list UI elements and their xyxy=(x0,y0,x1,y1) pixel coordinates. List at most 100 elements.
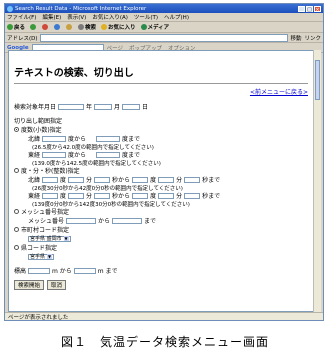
degree-option-label: 度数(小数)指定 xyxy=(21,127,62,134)
page-title: テキストの検索、切り出し xyxy=(14,68,134,79)
dms-lat-min-to[interactable] xyxy=(158,176,175,183)
refresh-icon xyxy=(54,24,61,30)
option-mesh: メッシュ番号指定 xyxy=(14,207,308,216)
mesh-radio[interactable] xyxy=(14,209,19,214)
media-icon xyxy=(140,24,147,30)
go-button[interactable]: 移動 xyxy=(290,34,301,42)
minimize-button[interactable]: _ xyxy=(298,5,305,13)
media-button[interactable]: メディア xyxy=(140,23,169,31)
mesh-to-label: まで xyxy=(144,218,157,225)
date-label: 検索対象年月日 xyxy=(14,104,57,111)
menu-edit[interactable]: 編集(E) xyxy=(42,13,61,21)
address-bar: アドレス(D) 移動 リンク xyxy=(5,33,323,43)
dms-lat-deg-from[interactable] xyxy=(42,176,59,183)
address-input[interactable] xyxy=(39,33,289,42)
city-radio[interactable] xyxy=(14,227,19,232)
links-label[interactable]: リンク xyxy=(304,34,321,42)
maximize-button[interactable]: □ xyxy=(306,5,313,13)
option-pref: 県コード指定 xyxy=(14,243,308,252)
dms-radio[interactable] xyxy=(14,168,19,173)
search-start-button[interactable]: 検索開始 xyxy=(14,280,45,290)
forward-button[interactable] xyxy=(30,24,37,30)
mesh-row: メッシュ番号 から まで xyxy=(14,216,308,225)
menu-favorites[interactable]: お気に入り(A) xyxy=(92,13,128,21)
degree-radio[interactable] xyxy=(14,127,19,132)
stop-button[interactable] xyxy=(42,24,49,30)
menu-tools[interactable]: ツール(T) xyxy=(134,13,158,21)
city-select-value: 宮手県 盛岡市 xyxy=(30,236,62,242)
star-icon xyxy=(101,24,108,30)
dms-lat-sec-to[interactable] xyxy=(184,176,201,183)
divider xyxy=(14,83,308,84)
scrollbar-thumb[interactable] xyxy=(315,60,320,100)
pref-option-label: 県コード指定 xyxy=(21,245,58,252)
menu-file[interactable]: ファイル(F) xyxy=(7,13,36,21)
dms-option-label: 度・分・秒(整数)指定 xyxy=(21,168,80,175)
menu-view[interactable]: 表示(V) xyxy=(67,13,86,21)
pref-radio[interactable] xyxy=(14,245,19,250)
forward-arrow-icon xyxy=(30,24,37,30)
home-button[interactable] xyxy=(66,24,73,30)
elevation-from-label: m から xyxy=(52,268,72,275)
figure-caption: 図１ 気温データ検索メニュー画面 xyxy=(60,335,269,349)
lon-to-input[interactable] xyxy=(96,151,121,158)
mesh-to-input[interactable] xyxy=(112,217,143,224)
range-label: 切り出し範囲指定 xyxy=(14,118,63,125)
lat-hint: (26.5度から42.0度の範囲内で指定してください) xyxy=(32,144,154,151)
mesh-option-label: メッシュ番号指定 xyxy=(21,209,70,216)
dms-lat-deg-to[interactable] xyxy=(132,176,149,183)
back-menu-link[interactable]: <前メニューに戻る> xyxy=(14,87,308,96)
option-degree: 度数(小数)指定 xyxy=(14,125,308,134)
action-row: 検索開始 取消 xyxy=(14,280,308,290)
elevation-row: 標高 m から m まで xyxy=(14,266,308,275)
date-row: 検索対象年月日 年 月 日 xyxy=(14,102,308,111)
back-arrow-icon xyxy=(7,24,13,30)
elevation-to-input[interactable] xyxy=(73,267,96,274)
pref-row: 宮手県 ▼ xyxy=(14,252,308,261)
month-input[interactable] xyxy=(94,103,113,110)
cancel-button[interactable]: 取消 xyxy=(47,280,67,290)
dms-lat-sec-to-label: 秒まで xyxy=(202,177,221,184)
city-option-label: 市町村コード指定 xyxy=(21,227,70,234)
city-select[interactable]: 宮手県 盛岡市 ▼ xyxy=(28,235,71,242)
city-row: 宮手県 盛岡市 ▼ xyxy=(14,234,308,243)
pref-select[interactable]: 宮手県 ▼ xyxy=(28,253,55,260)
mesh-from-input[interactable] xyxy=(66,217,97,224)
dms-lat-min-from[interactable] xyxy=(68,176,85,183)
chevron-down-icon: ▼ xyxy=(47,254,53,259)
dms-lat-sec-from[interactable] xyxy=(94,176,111,183)
stop-icon xyxy=(42,24,49,30)
vertical-scrollbar[interactable] xyxy=(313,50,321,312)
menu-bar: ファイル(F) 編集(E) 表示(V) お気に入り(A) ツール(T) ヘルプ(… xyxy=(5,13,323,22)
day-input[interactable] xyxy=(122,103,141,110)
address-label: アドレス(D) xyxy=(7,35,38,42)
close-button[interactable]: × xyxy=(314,5,321,13)
search-icon xyxy=(78,24,85,30)
year-input[interactable] xyxy=(58,103,85,110)
refresh-button[interactable] xyxy=(54,24,61,30)
favorites-button[interactable]: お気に入り xyxy=(101,23,136,31)
lon-from-input[interactable] xyxy=(42,151,67,158)
option-dms: 度・分・秒(整数)指定 xyxy=(14,166,308,175)
lon-hint: (139.0度から142.5度の範囲内で指定してください) xyxy=(32,160,161,167)
ie-logo-icon xyxy=(7,5,13,12)
menu-help[interactable]: ヘルプ(H) xyxy=(164,13,189,21)
dms-lon-sec-to[interactable] xyxy=(184,192,201,199)
year-label: 年 xyxy=(86,104,93,111)
pref-select-value: 宮手県 xyxy=(30,254,46,260)
month-label: 月 xyxy=(114,104,121,111)
elevation-from-input[interactable] xyxy=(28,267,51,274)
option-city: 市町村コード指定 xyxy=(14,225,308,234)
dms-lon-min-to[interactable] xyxy=(158,192,175,199)
mesh-label: メッシュ番号 xyxy=(28,218,65,225)
search-button[interactable]: 検索 xyxy=(78,23,96,31)
lat-from-input[interactable] xyxy=(42,135,67,142)
title-bar: Search Result Data - Microsoft Internet … xyxy=(5,4,323,13)
dms-lon-deg-to[interactable] xyxy=(132,192,149,199)
lat-to-input[interactable] xyxy=(96,135,121,142)
dms-lon-sec-from[interactable] xyxy=(94,192,111,199)
status-text: ページが表示されました xyxy=(8,314,69,321)
back-button[interactable]: 戻る xyxy=(7,23,25,31)
dms-lon-deg-from[interactable] xyxy=(42,192,59,199)
dms-lon-min-from[interactable] xyxy=(68,192,85,199)
